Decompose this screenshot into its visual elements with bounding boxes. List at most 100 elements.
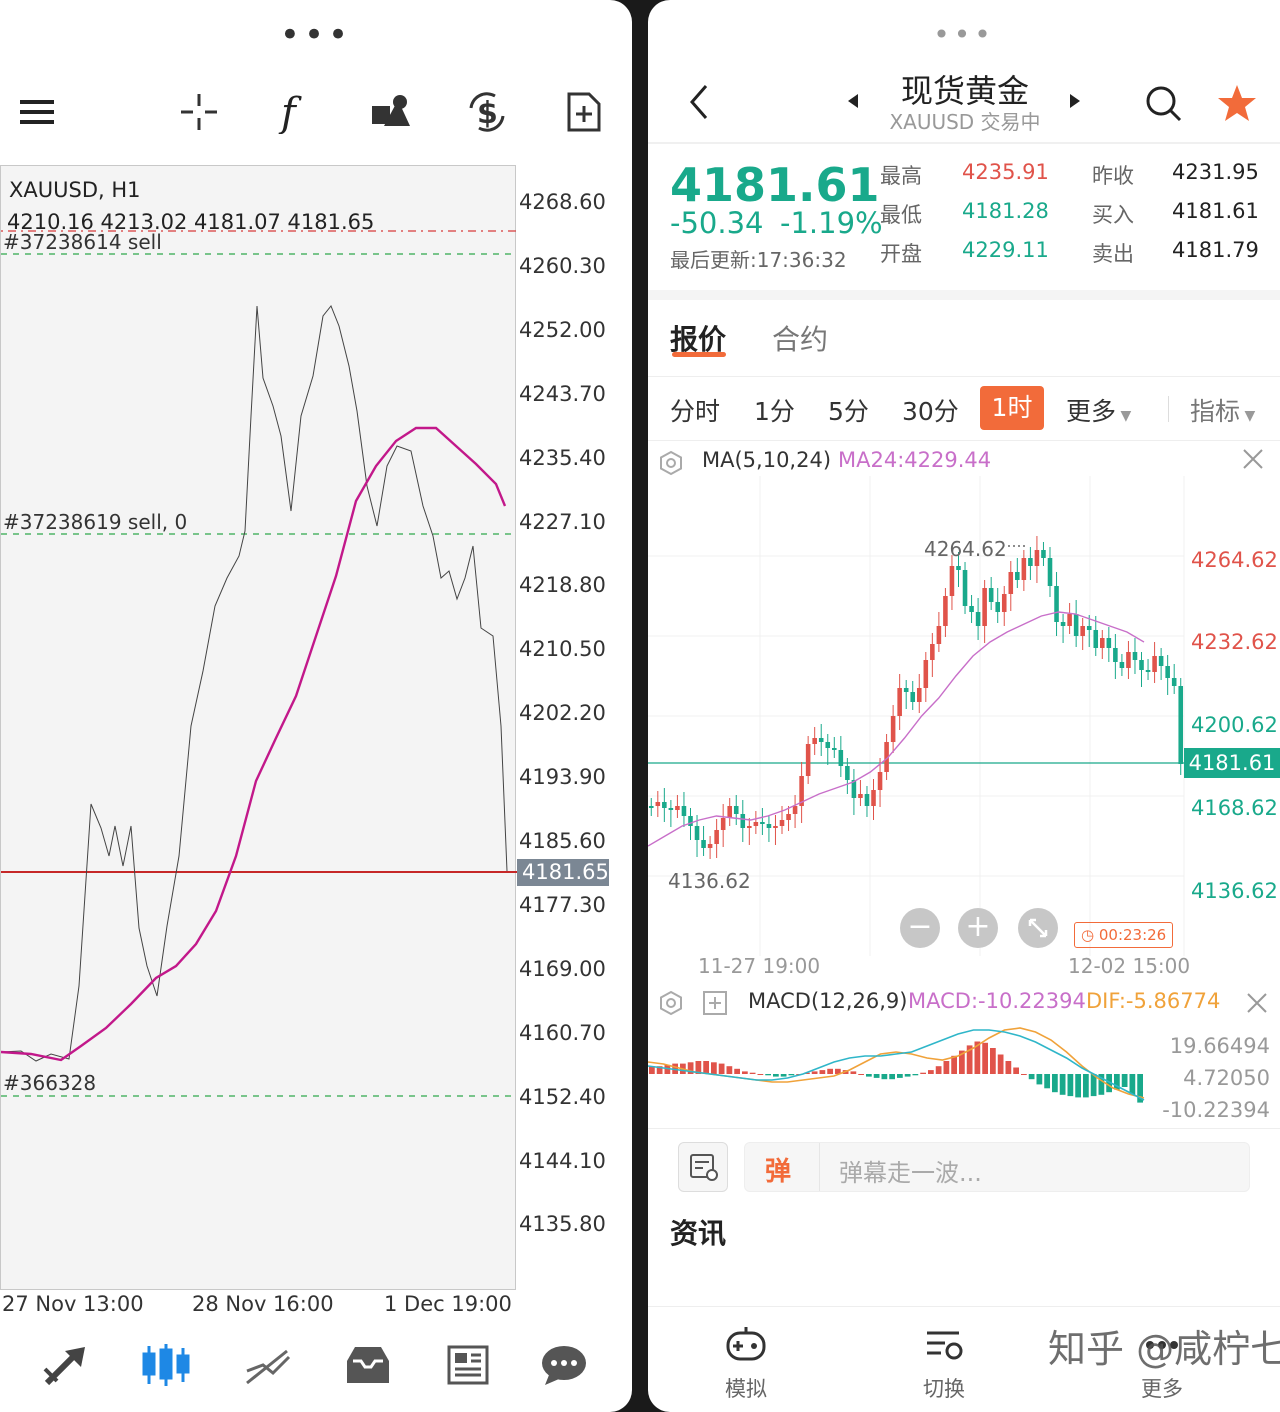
zoom-in-button[interactable]: + — [958, 908, 998, 948]
macd-bar — [1059, 1074, 1066, 1095]
price-chart[interactable]: XAUUSD, H1 4210.16 4213.02 4181.07 4181.… — [0, 165, 517, 1290]
candle — [969, 606, 974, 612]
candle — [949, 566, 955, 596]
candle — [714, 830, 719, 844]
period-1h[interactable]: 1时 — [980, 386, 1044, 430]
candle — [1165, 666, 1170, 678]
price-change: -50.34 — [670, 206, 764, 240]
macd-bar — [897, 1074, 903, 1078]
next-symbol-icon[interactable] — [1068, 92, 1082, 114]
candle — [681, 806, 687, 816]
candle — [1015, 572, 1020, 580]
candle — [648, 806, 654, 808]
macd-bar — [881, 1074, 888, 1080]
candle — [943, 596, 948, 626]
price-label: 4252.00 — [519, 317, 606, 342]
candle — [1139, 660, 1144, 670]
window-handle[interactable]: ••• — [0, 18, 632, 52]
candle — [805, 744, 811, 776]
macd-bar — [1075, 1074, 1081, 1098]
stat-value: 4235.91 — [962, 160, 1049, 184]
macd-bar — [726, 1066, 733, 1074]
candle — [662, 802, 667, 808]
macd-bar — [734, 1068, 740, 1074]
macd-bar — [850, 1071, 857, 1074]
macd-bar — [912, 1074, 919, 1076]
kline-high-label: 4264.62 — [924, 537, 1007, 561]
candle — [1113, 648, 1118, 662]
prev-symbol-icon[interactable] — [846, 92, 860, 114]
currency-icon[interactable]: $ — [463, 88, 511, 136]
inbox-icon[interactable] — [340, 1340, 396, 1390]
macd-bar — [1021, 1074, 1027, 1075]
zoom-out-button[interactable]: − — [900, 908, 940, 948]
period-5m[interactable]: 5分 — [828, 392, 869, 428]
indicator-dropdown[interactable]: 指标 ▼ — [1190, 392, 1255, 428]
candle — [1008, 572, 1014, 594]
danmu-input[interactable]: 弹 弹幕走一波... — [744, 1142, 1250, 1192]
dropdown-icon: ▼ — [1116, 408, 1132, 424]
macd-bar — [920, 1072, 926, 1074]
nav-simulate[interactable]: 模拟 — [686, 1325, 806, 1403]
candle — [1152, 656, 1157, 672]
close-icon[interactable] — [1242, 448, 1264, 474]
macd-bar — [703, 1061, 709, 1074]
news-title: 资讯 — [670, 1217, 727, 1250]
macd-close-icon[interactable] — [1246, 992, 1268, 1018]
period-1m[interactable]: 1分 — [754, 392, 795, 428]
candle — [740, 814, 746, 828]
macd-bar — [773, 1074, 779, 1077]
price-label: 4210.50 — [519, 637, 606, 662]
search-icon[interactable] — [1144, 84, 1184, 128]
candle — [975, 612, 981, 626]
macd-value: MACD:-10.22394 — [908, 989, 1086, 1013]
add-indicator-icon[interactable] — [702, 990, 728, 1020]
news-icon[interactable] — [440, 1340, 496, 1390]
trade-icon[interactable] — [38, 1340, 94, 1390]
candle — [871, 790, 876, 806]
symbol-subtitle: XAUUSD 交易中 — [889, 110, 1041, 134]
macd-bar — [858, 1074, 864, 1075]
candle — [923, 660, 929, 688]
stat-label: 卖出 — [1092, 242, 1134, 266]
danmu-placeholder: 弹幕走一波... — [839, 1159, 982, 1187]
danmu-toggle-button[interactable] — [678, 1142, 728, 1192]
crosshair-icon[interactable] — [175, 88, 223, 136]
period-timeline[interactable]: 分时 — [670, 392, 720, 428]
macd-bar — [788, 1074, 795, 1076]
chat-icon[interactable] — [536, 1340, 592, 1390]
candle — [766, 824, 772, 828]
new-order-icon[interactable] — [560, 88, 608, 136]
menu-icon[interactable] — [14, 88, 62, 136]
period-more[interactable]: 更多 ▼ — [1066, 392, 1131, 428]
tab-contract[interactable]: 合约 — [772, 318, 828, 358]
macd-bar — [982, 1042, 988, 1074]
function-icon[interactable]: f — [271, 88, 319, 136]
macd-bar — [1067, 1074, 1074, 1097]
candle — [1119, 662, 1125, 668]
macd-bar — [765, 1074, 771, 1076]
time-label-3: 1 Dec 19:00 — [384, 1292, 512, 1316]
trendline-icon[interactable] — [240, 1340, 296, 1390]
current-price-tag: 4181.65 — [517, 859, 609, 886]
star-icon[interactable] — [1216, 82, 1258, 128]
nav-switch[interactable]: 切换 — [884, 1325, 1004, 1403]
candle — [773, 826, 778, 828]
nav-label: 更多 — [1141, 1377, 1183, 1401]
price-axis-label: 4136.62 — [1191, 879, 1278, 903]
time-label-2: 12-02 15:00 — [1068, 954, 1191, 978]
objects-icon[interactable] — [367, 88, 415, 136]
macd-settings-icon[interactable] — [658, 990, 684, 1020]
svg-text:f: f — [278, 90, 302, 134]
back-icon[interactable] — [688, 82, 712, 126]
macd-bar — [1036, 1074, 1043, 1085]
candle — [1100, 638, 1105, 648]
candle — [655, 802, 661, 806]
period-30m[interactable]: 30分 — [902, 392, 959, 428]
window-handle[interactable]: ••• — [648, 21, 1280, 49]
chart-icon[interactable] — [138, 1340, 194, 1390]
last-price: 4181.61 — [670, 158, 880, 212]
macd-bar — [749, 1072, 756, 1074]
fullscreen-button[interactable] — [1018, 908, 1058, 948]
macd-bar — [866, 1074, 872, 1077]
